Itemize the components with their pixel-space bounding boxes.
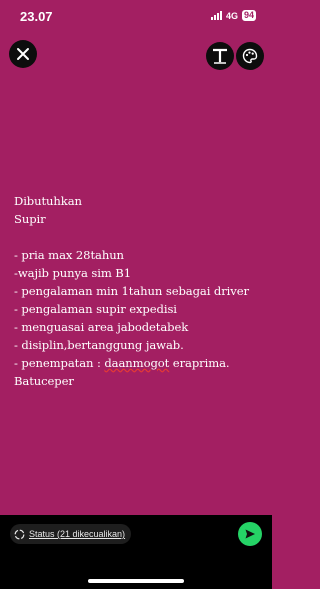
status-text-content: Dibutuhkan Supir - pria max 28tahun -waj… bbox=[14, 192, 264, 390]
status-ring-icon bbox=[14, 529, 25, 539]
text-line: Supir bbox=[14, 212, 46, 226]
signal-icon bbox=[210, 11, 222, 20]
text-line: - pengalaman min 1tahun sebagai driver bbox=[14, 284, 249, 298]
system-indicators: 4G 94 bbox=[210, 10, 256, 21]
placement-line: - penempatan : daanmogot eraprima. bbox=[14, 354, 264, 372]
text-line: Dibutuhkan bbox=[14, 194, 82, 208]
text-line: - pengalaman supir expedisi bbox=[14, 302, 177, 316]
status-audience-label: Status (21 dikecualikan) bbox=[29, 529, 126, 539]
placement-suffix: eraprima. bbox=[169, 356, 230, 370]
close-button[interactable] bbox=[9, 40, 37, 68]
palette-button[interactable] bbox=[236, 42, 264, 70]
placement-prefix: - penempatan : bbox=[14, 356, 105, 370]
text-line: -wajib punya sim B1 bbox=[14, 266, 131, 280]
status-bar: 23.07 4G 94 bbox=[0, 0, 272, 32]
home-indicator[interactable] bbox=[88, 579, 184, 583]
text-tool-icon bbox=[213, 48, 227, 64]
send-icon bbox=[245, 529, 255, 539]
text-tool-button[interactable] bbox=[206, 42, 234, 70]
status-audience-chip[interactable]: Status (21 dikecualikan) bbox=[10, 524, 132, 544]
battery-icon: 94 bbox=[241, 10, 256, 21]
text-line: - pria max 28tahun bbox=[14, 248, 124, 262]
clock: 23.07 bbox=[20, 9, 53, 24]
send-button[interactable] bbox=[238, 522, 262, 546]
text-line: Batuceper bbox=[14, 374, 74, 388]
palette-icon bbox=[242, 48, 258, 64]
text-line: - menguasai area jabodetabek bbox=[14, 320, 189, 334]
network-type: 4G bbox=[225, 10, 238, 21]
spellcheck-word: daanmogot bbox=[104, 356, 170, 370]
close-icon bbox=[17, 48, 29, 60]
text-line: - disiplin,bertanggung jawab. bbox=[14, 338, 184, 352]
